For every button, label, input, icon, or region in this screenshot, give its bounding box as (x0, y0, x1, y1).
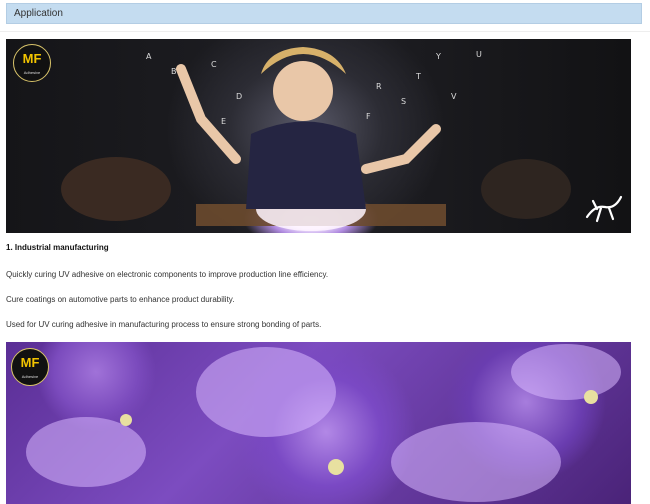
gecko-watermark-icon (585, 195, 623, 223)
application-image-flowers: MF Adhesive (6, 342, 631, 504)
section-heading: 1. Industrial manufacturing (6, 243, 109, 252)
paragraph: Quickly curing UV adhesive on electronic… (6, 270, 329, 279)
svg-text:B: B (171, 67, 177, 76)
svg-text:E: E (221, 117, 226, 126)
section-header-application[interactable]: Application (6, 3, 642, 24)
scene-illustration: A B C D E R S T Y U V F (61, 47, 571, 231)
paragraph: Cure coatings on automotive parts to enh… (6, 295, 235, 304)
svg-text:A: A (146, 52, 152, 61)
flower-illustration (26, 344, 621, 502)
svg-text:C: C (211, 60, 217, 69)
svg-text:F: F (366, 112, 371, 121)
svg-text:S: S (401, 97, 406, 106)
divider (0, 31, 650, 32)
svg-text:V: V (451, 92, 457, 101)
section-title: Application (14, 8, 63, 19)
svg-text:Y: Y (435, 52, 441, 61)
svg-text:R: R (376, 82, 382, 91)
svg-text:U: U (476, 50, 482, 59)
application-image-magic-book: MF Adhesive ABC DER STY UVF (6, 39, 631, 233)
svg-text:D: D (236, 92, 242, 101)
paragraph: Used for UV curing adhesive in manufactu… (6, 320, 322, 329)
svg-text:T: T (415, 72, 421, 81)
